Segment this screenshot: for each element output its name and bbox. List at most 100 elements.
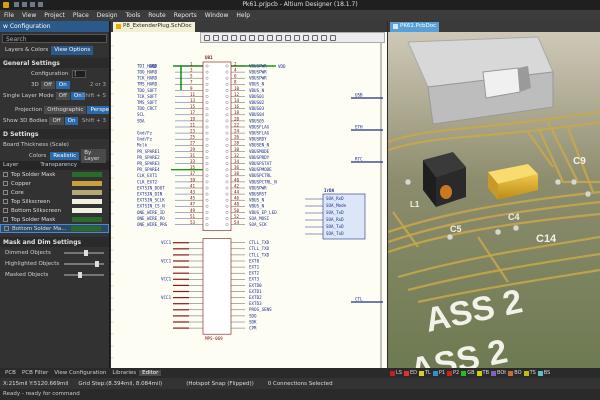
layer-visibility-checkbox[interactable] [3,199,8,204]
harness-title[interactable]: IrDA [324,188,335,193]
left-net-label[interactable]: TMS_SOFT [137,100,158,105]
right-net-label[interactable]: EXT0 [249,258,260,263]
layer-color-swatch[interactable] [72,181,102,186]
layer-tab[interactable]: LS [390,370,402,376]
right-edge-net-label[interactable]: CTL [355,297,363,302]
view-2d-button[interactable]: Off [40,80,55,89]
tab-schematic-document[interactable]: P8_ExtenderPlug.SchDoc [113,22,195,32]
right-net-label[interactable]: VBUSRST [249,192,267,197]
left-net-label[interactable]: TCK_HARD [137,76,158,81]
slider-knob[interactable] [78,271,83,278]
left-net-label[interactable]: CLK_EXT1 [137,173,158,178]
schematic-editor[interactable]: GND VDD U81 1 TDI_HARD 3 TDO_HARD 5 TCK_HARD 7 TMS… [111,32,387,368]
wire-icon[interactable] [240,34,246,41]
right-net-label[interactable]: EXTD1 [249,289,262,294]
harness-entry[interactable]: SOA_TxD [326,210,344,215]
left-net-label[interactable]: TMS_HARD [137,82,158,87]
layer-tab[interactable]: BS [537,370,550,376]
layer-row[interactable]: Bottom Solder Ma... [0,224,109,233]
left-net-label[interactable]: PR_SPARE2 [137,155,160,160]
layer-tab[interactable]: TL [418,370,431,376]
harness-entry[interactable]: SOA_TxD [326,231,344,236]
view-3d-button[interactable]: On [55,80,70,89]
layer-visibility-checkbox[interactable] [3,181,8,186]
vcc-net-label[interactable]: VCC1 [161,258,172,263]
left-net-label[interactable]: Gnd/Fz [137,131,153,136]
perspective-button[interactable]: Perspective [87,105,109,114]
right-net-label[interactable]: SOA_SCK [249,222,267,227]
right-net-label[interactable]: CTLL_TXD [249,240,270,245]
shape-icon[interactable] [312,34,318,41]
schematic-canvas[interactable]: GND VDDU811TDI_HARD3TDO_HARD5TCK_HARD7TMS… [111,32,387,368]
harness-icon[interactable] [330,34,336,41]
menu-design[interactable]: Design [93,12,122,19]
left-net-label[interactable]: TCK_SOFT [137,94,158,99]
mask-slider[interactable] [64,249,104,256]
colors-realistic-button[interactable]: Realistic [50,151,80,160]
right-net-label[interactable]: VBUSPWR [249,70,267,75]
left-net-label[interactable]: EXTSIN_CS_N [137,204,165,209]
right-net-label[interactable]: SDO [249,313,257,318]
left-net-label[interactable]: SDA [137,118,145,123]
colors-by-layer-button[interactable]: By Layer [81,148,106,163]
vcc-net-label[interactable]: VCC1 [161,295,172,300]
ic-designator[interactable]: U81 [205,55,213,60]
left-net-label[interactable]: ONE_WIRE_PRG [137,222,168,227]
layer-color-swatch[interactable] [71,226,101,231]
text-icon[interactable] [321,34,327,41]
right-net-label[interactable]: SDK [249,319,257,324]
layer-row[interactable]: Top Solder Mask [0,170,109,179]
net-vdd[interactable]: VDD [278,64,286,69]
right-net-label[interactable]: VBUSPCTRL [249,173,272,178]
layer-visibility-checkbox[interactable] [4,226,9,231]
left-net-label[interactable]: PR_SPARE1 [137,149,160,154]
menu-view[interactable]: View [18,12,40,19]
right-net-label[interactable]: VBUSFLAG [249,124,270,129]
part-icon[interactable] [276,34,282,41]
right-net-label[interactable]: VBUSPMODE [249,167,272,172]
layer-tab[interactable]: ED [403,370,417,376]
tab-pcb-panel[interactable]: PCB [2,370,19,376]
menu-tools[interactable]: Tools [122,12,145,19]
harness-entry[interactable]: SOA_TxD [326,224,344,229]
left-net-label[interactable]: ONE_WIRE_ID [137,210,165,215]
right-net-label[interactable]: VBUSFLAG [249,131,270,136]
layer-tab[interactable]: GB [461,370,475,376]
bus-icon[interactable] [249,34,255,41]
tab-pcb-filter[interactable]: PCB Filter [19,370,51,376]
ic-body-part-b[interactable] [202,238,232,335]
layer-tab[interactable]: BO [508,370,522,376]
orthographic-button[interactable]: Orthographic [44,105,87,114]
layer-color-swatch[interactable] [72,172,102,177]
right-net-label[interactable]: VBUS_N [249,204,265,209]
right-net-label[interactable]: EXTD0 [249,283,262,288]
layer-row[interactable]: Top Silkscreen [0,197,109,206]
layer-visibility-checkbox[interactable] [3,190,8,195]
harness-entry[interactable]: SOA_Mode [326,203,347,208]
filter-icon[interactable] [204,34,210,41]
layer-row[interactable]: Copper [0,179,109,188]
left-net-label[interactable]: PR_SPARE3 [137,161,160,166]
layer-color-swatch[interactable] [72,190,102,195]
layer-visibility-checkbox[interactable] [3,208,8,213]
move-icon[interactable] [213,34,219,41]
power-port-icon[interactable] [267,34,273,41]
layer-color-swatch[interactable] [72,199,102,204]
port-icon[interactable] [294,34,300,41]
left-net-label[interactable]: CLK_EXT2 [137,179,158,184]
layer-tab[interactable]: TS [523,370,536,376]
left-net-label[interactable]: EXTSIN_SCLK [137,198,165,203]
right-net-label[interactable]: VBUSPWR [249,76,267,81]
sheet-symbol-icon[interactable] [285,34,291,41]
layer-visibility-checkbox[interactable] [3,172,8,177]
slider-knob[interactable] [94,260,99,267]
configuration-select[interactable]: [ [72,69,87,78]
right-net-label[interactable]: VBUS_N [249,198,265,203]
left-net-label[interactable]: EXTSIN_DIN [137,192,163,197]
left-net-label[interactable]: ONE_WIRE_PO [137,216,165,221]
pcb-3d-canvas[interactable]: L1 C4 C5 C14 C9 ASS 2 ASS 2 [388,32,600,368]
tab-layers-colors[interactable]: Layers & Colors [2,46,51,55]
left-net-label[interactable]: Gnd/Fz [137,137,153,142]
left-net-label[interactable]: Mclk [137,143,148,148]
right-edge-net-label[interactable]: RTC [355,157,363,162]
